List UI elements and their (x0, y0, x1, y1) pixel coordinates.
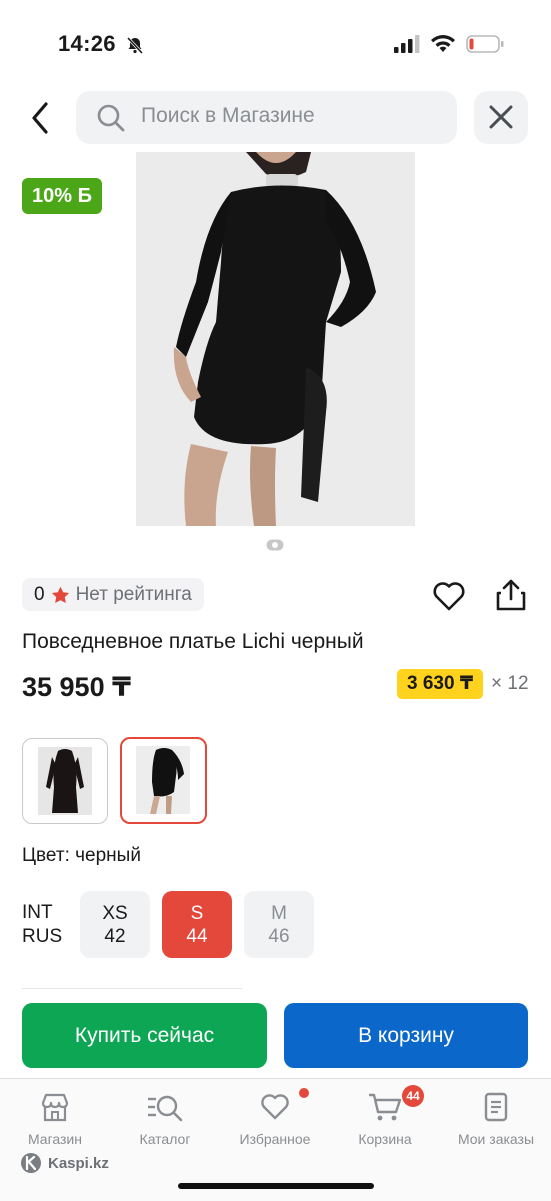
kaspi-brand-text: Kaspi.kz (48, 1154, 109, 1172)
wifi-icon (431, 35, 455, 52)
add-to-cart-button[interactable]: В корзину (284, 1003, 528, 1068)
cart-count-badge: 44 (402, 1085, 424, 1107)
color-label: Цвет: черный (22, 845, 141, 866)
favorite-heart-icon[interactable] (432, 580, 466, 612)
share-icon[interactable] (495, 578, 527, 612)
tab-label: Каталог (139, 1131, 191, 1147)
heart-icon (261, 1094, 289, 1120)
close-button[interactable] (474, 91, 528, 144)
divider (22, 988, 242, 989)
dress-photo (136, 152, 415, 526)
catalog-search-icon (148, 1095, 183, 1122)
home-indicator[interactable] (178, 1183, 374, 1189)
variant-thumbnail-1[interactable] (22, 738, 108, 824)
product-title: Повседневное платье Lichi черный (22, 630, 364, 653)
search-input[interactable]: Поиск в Магазине (76, 91, 457, 144)
installment-multiplier: × 12 (491, 673, 529, 694)
cart-icon (369, 1093, 402, 1121)
size-system-int: INT (22, 902, 53, 923)
buy-now-button[interactable]: Купить сейчас (22, 1003, 267, 1068)
variant-dress-image (38, 747, 92, 815)
tab-favorites[interactable]: Избранное (225, 1088, 325, 1147)
tab-label: Мои заказы (457, 1131, 535, 1147)
product-image[interactable] (136, 152, 415, 526)
rating-pill[interactable]: 0 Нет рейтинга (22, 578, 204, 611)
close-icon (489, 105, 513, 129)
tab-label: Корзина (358, 1131, 412, 1147)
rating-value: 0 (34, 583, 45, 605)
mute-bell-icon (126, 36, 144, 54)
star-icon (51, 586, 69, 603)
kaspi-brand: Kaspi.kz (20, 1152, 109, 1174)
status-time: 14:26 (58, 31, 116, 56)
battery-low-icon (466, 35, 504, 53)
size-option-xs[interactable]: XS 42 (80, 891, 150, 958)
size-rus: 42 (104, 925, 126, 947)
tab-catalog[interactable]: Каталог (115, 1091, 215, 1147)
back-arrow-icon[interactable] (28, 100, 54, 136)
size-rus: 44 (186, 925, 208, 947)
cellular-signal-icon (394, 35, 420, 53)
store-icon (41, 1093, 69, 1122)
tab-orders[interactable]: Мои заказы (446, 1091, 546, 1147)
favorites-dot (299, 1088, 309, 1098)
product-price: 35 950 ₸ (22, 672, 131, 702)
size-int: S (190, 902, 204, 924)
size-int: XS (102, 902, 128, 924)
tab-store[interactable]: Магазин (5, 1091, 105, 1147)
size-system-rus: RUS (22, 926, 63, 947)
search-placeholder: Поиск в Магазине (141, 104, 315, 127)
size-option-s-selected[interactable]: S 44 (162, 891, 232, 958)
size-system-labels: INT RUS (22, 901, 62, 949)
variant-dress-image (136, 746, 190, 814)
installment-price-badge[interactable]: 3 630 ₸ (397, 669, 484, 699)
size-rus: 46 (268, 925, 290, 947)
orders-icon (484, 1092, 508, 1122)
variant-thumbnail-2-selected[interactable] (120, 737, 207, 824)
tab-label: Избранное (239, 1131, 311, 1147)
size-int: M (271, 902, 287, 924)
size-option-m[interactable]: M 46 (244, 891, 314, 958)
tab-cart[interactable]: 44 Корзина (335, 1085, 435, 1147)
rating-text: Нет рейтинга (75, 583, 192, 605)
tab-label: Магазин (27, 1131, 82, 1147)
image-pager-dot (266, 539, 284, 551)
discount-badge: 10% Б (22, 178, 102, 214)
kaspi-logo-icon (21, 1153, 41, 1173)
search-icon (97, 104, 125, 132)
